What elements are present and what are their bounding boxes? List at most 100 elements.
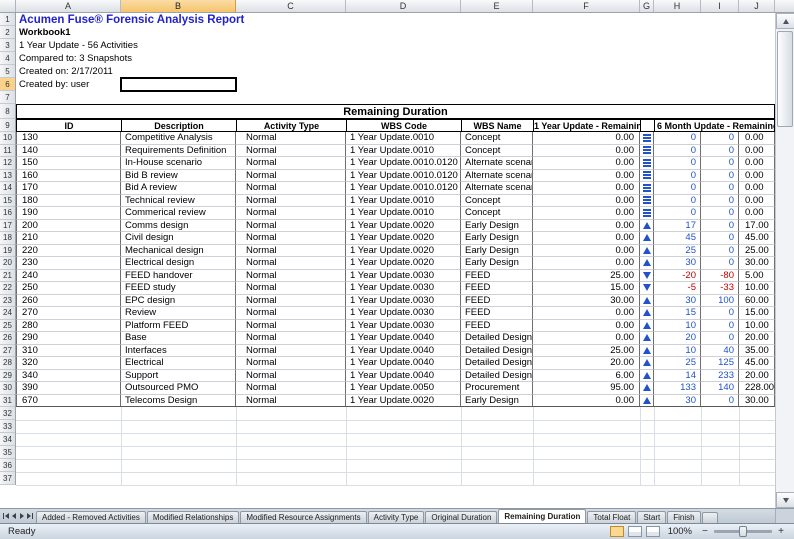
cell-G21[interactable] [640, 270, 654, 283]
row-header-23[interactable]: 23 [0, 295, 15, 308]
cell-D10[interactable]: 1 Year Update.0010 [346, 132, 461, 145]
column-header-id[interactable]: ID [16, 119, 122, 132]
cell-J14[interactable]: 0.00 [739, 182, 775, 195]
cell-D19[interactable]: 1 Year Update.0020 [346, 245, 461, 258]
cell-F28[interactable]: 20.00 [533, 357, 640, 370]
cell-B28[interactable]: Electrical [121, 357, 236, 370]
cell-C10[interactable]: Normal [236, 132, 346, 145]
cell-D25[interactable]: 1 Year Update.0030 [346, 320, 461, 333]
cell-B12[interactable]: In-House scenario [121, 157, 236, 170]
cell-I17[interactable]: 0 [701, 220, 739, 233]
cell-G28[interactable] [640, 357, 654, 370]
row-header-10[interactable]: 10 [0, 132, 15, 145]
cell-G16[interactable] [640, 207, 654, 220]
cell-H26[interactable]: 20 [654, 332, 701, 345]
cell-H11[interactable]: 0 [654, 145, 701, 158]
column-header-D[interactable]: D [346, 0, 461, 12]
cell-I10[interactable]: 0 [701, 132, 739, 145]
row-header-3[interactable]: 3 [0, 39, 15, 52]
cell-A15[interactable]: 180 [16, 195, 121, 208]
cell-D28[interactable]: 1 Year Update.0040 [346, 357, 461, 370]
cell-J21[interactable]: 5.00 [739, 270, 775, 283]
zoom-slider[interactable] [714, 530, 772, 533]
cell-A18[interactable]: 210 [16, 232, 121, 245]
vertical-scrollbar[interactable] [775, 13, 794, 508]
cell-B11[interactable]: Requirements Definition [121, 145, 236, 158]
column-header-6-month-update[interactable]: 6 Month Update - Remaining Duration [654, 119, 775, 132]
cell-E16[interactable]: Concept [461, 207, 533, 220]
cell-F22[interactable]: 15.00 [533, 282, 640, 295]
cell-I18[interactable]: 0 [701, 232, 739, 245]
cell-F19[interactable]: 0.00 [533, 245, 640, 258]
cell-I23[interactable]: 100 [701, 295, 739, 308]
cell-A20[interactable]: 230 [16, 257, 121, 270]
cell-H19[interactable]: 25 [654, 245, 701, 258]
cell-H13[interactable]: 0 [654, 170, 701, 183]
cell-C18[interactable]: Normal [236, 232, 346, 245]
cell-G12[interactable] [640, 157, 654, 170]
cell-A23[interactable]: 260 [16, 295, 121, 308]
cell-C29[interactable]: Normal [236, 370, 346, 383]
cell-F20[interactable]: 0.00 [533, 257, 640, 270]
cell-C14[interactable]: Normal [236, 182, 346, 195]
sheet-tab-start[interactable]: Start [637, 511, 666, 523]
cell-H16[interactable]: 0 [654, 207, 701, 220]
column-header-J[interactable]: J [739, 0, 775, 12]
cell-D20[interactable]: 1 Year Update.0020 [346, 257, 461, 270]
row-header-4[interactable]: 4 [0, 52, 15, 65]
cell-J29[interactable]: 20.00 [739, 370, 775, 383]
cell-H23[interactable]: 30 [654, 295, 701, 308]
cell-D21[interactable]: 1 Year Update.0030 [346, 270, 461, 283]
row-header-17[interactable]: 17 [0, 220, 15, 233]
zoom-slider-thumb[interactable] [739, 526, 747, 537]
cell-E30[interactable]: Procurement [461, 382, 533, 395]
normal-view-button[interactable] [610, 526, 624, 537]
row-header-37[interactable]: 37 [0, 472, 15, 485]
cell-H25[interactable]: 10 [654, 320, 701, 333]
row-header-29[interactable]: 29 [0, 370, 15, 383]
cell-E13[interactable]: Alternate scenario [461, 170, 533, 183]
cell-F25[interactable]: 0.00 [533, 320, 640, 333]
cell-H27[interactable]: 10 [654, 345, 701, 358]
cell-F24[interactable]: 0.00 [533, 307, 640, 320]
cell-G23[interactable] [640, 295, 654, 308]
cell-A27[interactable]: 310 [16, 345, 121, 358]
cell-A14[interactable]: 170 [16, 182, 121, 195]
cell-C23[interactable]: Normal [236, 295, 346, 308]
sheet-tab-finish[interactable]: Finish [667, 511, 700, 523]
cell-F21[interactable]: 25.00 [533, 270, 640, 283]
cell-A13[interactable]: 160 [16, 170, 121, 183]
cell-F23[interactable]: 30.00 [533, 295, 640, 308]
cell-E18[interactable]: Early Design [461, 232, 533, 245]
row-header-33[interactable]: 33 [0, 420, 15, 433]
row-header-27[interactable]: 27 [0, 345, 15, 358]
cell-F14[interactable]: 0.00 [533, 182, 640, 195]
row-header-36[interactable]: 36 [0, 459, 15, 472]
cell-J11[interactable]: 0.00 [739, 145, 775, 158]
cell-E28[interactable]: Detailed Design [461, 357, 533, 370]
cell-C25[interactable]: Normal [236, 320, 346, 333]
page-layout-view-button[interactable] [628, 526, 642, 537]
cell-C24[interactable]: Normal [236, 307, 346, 320]
cell-D24[interactable]: 1 Year Update.0030 [346, 307, 461, 320]
cell-I13[interactable]: 0 [701, 170, 739, 183]
column-header-A[interactable]: A [16, 0, 121, 12]
cell-G10[interactable] [640, 132, 654, 145]
row-header-34[interactable]: 34 [0, 433, 15, 446]
row-header-31[interactable]: 31 [0, 395, 15, 408]
cell-I30[interactable]: 140 [701, 382, 739, 395]
column-header-wbs-name[interactable]: WBS Name [461, 119, 534, 132]
cell-B25[interactable]: Platform FEED [121, 320, 236, 333]
select-all-corner[interactable] [0, 0, 16, 12]
column-header-G[interactable]: G [640, 0, 654, 12]
scroll-down-button[interactable] [776, 492, 794, 508]
cell-I27[interactable]: 40 [701, 345, 739, 358]
cell-B16[interactable]: Commerical review [121, 207, 236, 220]
row-header-6[interactable]: 6 [0, 78, 15, 91]
cell-D22[interactable]: 1 Year Update.0030 [346, 282, 461, 295]
cell-E11[interactable]: Concept [461, 145, 533, 158]
cell-C30[interactable]: Normal [236, 382, 346, 395]
cell-G24[interactable] [640, 307, 654, 320]
scroll-up-button[interactable] [776, 13, 794, 29]
cell-H14[interactable]: 0 [654, 182, 701, 195]
